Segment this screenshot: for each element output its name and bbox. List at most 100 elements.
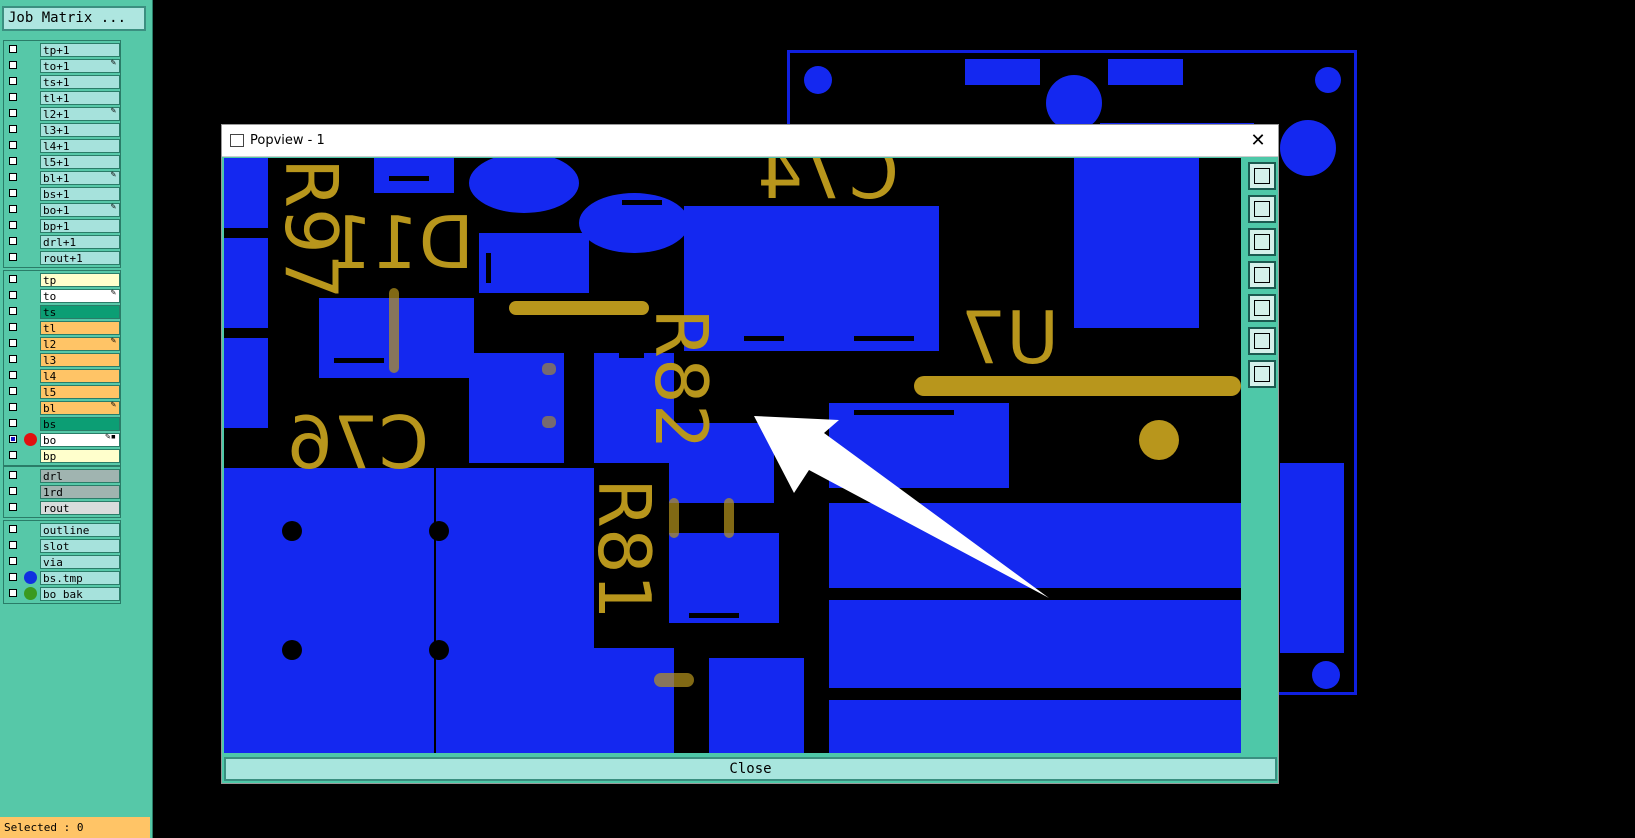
layer-checkbox[interactable]	[9, 541, 17, 549]
layer-row[interactable]: rout	[4, 500, 120, 516]
layer-row[interactable]: 1rd	[4, 484, 120, 500]
layer-checkbox[interactable]	[9, 557, 17, 565]
layer-checkbox[interactable]	[9, 451, 17, 459]
layer-checkbox[interactable]	[9, 275, 17, 283]
layer-row[interactable]: l5	[4, 384, 120, 400]
layer-name[interactable]: bp	[40, 449, 120, 463]
layer-checkbox[interactable]	[9, 173, 17, 181]
layer-checkbox[interactable]	[9, 355, 17, 363]
layer-checkbox[interactable]	[9, 525, 17, 533]
layer-checkbox[interactable]	[9, 589, 17, 597]
zoom-out-icon[interactable]	[1248, 327, 1276, 355]
layer-name[interactable]: l5	[40, 385, 120, 399]
layer-checkbox[interactable]	[9, 307, 17, 315]
layer-row[interactable]: bl ✎	[4, 400, 120, 416]
layer-checkbox[interactable]	[9, 291, 17, 299]
layer-checkbox[interactable]	[9, 77, 17, 85]
layer-row[interactable]: bs	[4, 416, 120, 432]
layer-name[interactable]: ts+1	[40, 75, 120, 89]
layer-row[interactable]: to+1 ✎	[4, 58, 120, 74]
close-button[interactable]: Close	[224, 757, 1277, 781]
layer-name[interactable]: bs.tmp	[40, 571, 120, 585]
pan-left-icon[interactable]	[1248, 261, 1276, 289]
layer-name[interactable]: tp+1	[40, 43, 120, 57]
layer-row[interactable]: slot	[4, 538, 120, 554]
layer-name[interactable]: 1rd	[40, 485, 120, 499]
layer-row[interactable]: bo ✎▪	[4, 432, 120, 448]
layer-name[interactable]: via	[40, 555, 120, 569]
layer-name[interactable]: rout	[40, 501, 120, 515]
layer-name[interactable]: tl	[40, 321, 120, 335]
layer-checkbox[interactable]	[9, 487, 17, 495]
layer-row[interactable]: drl+1	[4, 234, 120, 250]
layer-checkbox[interactable]	[9, 503, 17, 511]
layer-name[interactable]: outline	[40, 523, 120, 537]
pcb-view-canvas[interactable]: D11 R82 C74 U7 C76 R81 R97	[224, 158, 1241, 753]
popup-titlebar[interactable]: Popview - 1 ✕	[222, 125, 1278, 157]
layer-checkbox[interactable]	[9, 387, 17, 395]
layer-row[interactable]: l4	[4, 368, 120, 384]
layer-checkbox[interactable]	[9, 403, 17, 411]
layer-name[interactable]: l4+1	[40, 139, 120, 153]
layer-row[interactable]: bp+1	[4, 218, 120, 234]
layer-row[interactable]: bo+1 ✎	[4, 202, 120, 218]
zoom-fit-icon[interactable]	[1248, 162, 1276, 190]
layer-checkbox[interactable]	[9, 253, 17, 261]
layer-checkbox[interactable]	[9, 93, 17, 101]
layer-row[interactable]: drl	[4, 468, 120, 484]
layer-name[interactable]: l5+1	[40, 155, 120, 169]
layer-name[interactable]: l2	[40, 337, 120, 351]
layer-name[interactable]: l2+1	[40, 107, 120, 121]
layer-row[interactable]: l4+1	[4, 138, 120, 154]
layer-checkbox[interactable]	[9, 189, 17, 197]
layer-row[interactable]: l2 ✎	[4, 336, 120, 352]
layer-name[interactable]: bl	[40, 401, 120, 415]
layer-checkbox[interactable]	[9, 237, 17, 245]
layer-checkbox[interactable]	[9, 109, 17, 117]
layer-name[interactable]: drl	[40, 469, 120, 483]
layer-name[interactable]: bs+1	[40, 187, 120, 201]
layer-name[interactable]: bs	[40, 417, 120, 431]
layer-row[interactable]: tl	[4, 320, 120, 336]
layer-row[interactable]: l2+1 ✎	[4, 106, 120, 122]
layer-checkbox[interactable]	[9, 141, 17, 149]
layer-row[interactable]: outline	[4, 522, 120, 538]
layer-row[interactable]: l3	[4, 352, 120, 368]
layer-row[interactable]: l5+1	[4, 154, 120, 170]
layer-checkbox[interactable]	[9, 435, 17, 443]
layer-row[interactable]: bp	[4, 448, 120, 464]
pan-down-icon[interactable]	[1248, 228, 1276, 256]
layer-checkbox[interactable]	[9, 573, 17, 581]
layer-row[interactable]: tp	[4, 272, 120, 288]
layer-name[interactable]: tp	[40, 273, 120, 287]
layer-name[interactable]: tl+1	[40, 91, 120, 105]
layer-checkbox[interactable]	[9, 61, 17, 69]
layer-row[interactable]: tp+1	[4, 42, 120, 58]
layer-checkbox[interactable]	[9, 471, 17, 479]
layer-row[interactable]: ts+1	[4, 74, 120, 90]
layer-row[interactable]: bs.tmp	[4, 570, 120, 586]
close-icon[interactable]: ✕	[1246, 129, 1270, 153]
layer-checkbox[interactable]	[9, 157, 17, 165]
layer-name[interactable]: l3	[40, 353, 120, 367]
layer-checkbox[interactable]	[9, 205, 17, 213]
layer-checkbox[interactable]	[9, 221, 17, 229]
layer-name[interactable]: bl+1	[40, 171, 120, 185]
layer-name[interactable]: slot	[40, 539, 120, 553]
layer-row[interactable]: bs+1	[4, 186, 120, 202]
layer-row[interactable]: tl+1	[4, 90, 120, 106]
layer-checkbox[interactable]	[9, 323, 17, 331]
layer-checkbox[interactable]	[9, 45, 17, 53]
job-matrix-button[interactable]: Job Matrix ...	[2, 6, 146, 31]
layer-row[interactable]: ts	[4, 304, 120, 320]
layer-row[interactable]: bl+1 ✎	[4, 170, 120, 186]
pan-right-icon[interactable]	[1248, 294, 1276, 322]
layer-row[interactable]: l3+1	[4, 122, 120, 138]
layer-row[interactable]: bo_bak	[4, 586, 120, 602]
layer-row[interactable]: rout+1	[4, 250, 120, 266]
layer-checkbox[interactable]	[9, 419, 17, 427]
zoom-in-up-icon[interactable]	[1248, 195, 1276, 223]
layer-name[interactable]: l4	[40, 369, 120, 383]
layer-name[interactable]: ts	[40, 305, 120, 319]
zoom-home-icon[interactable]	[1248, 360, 1276, 388]
